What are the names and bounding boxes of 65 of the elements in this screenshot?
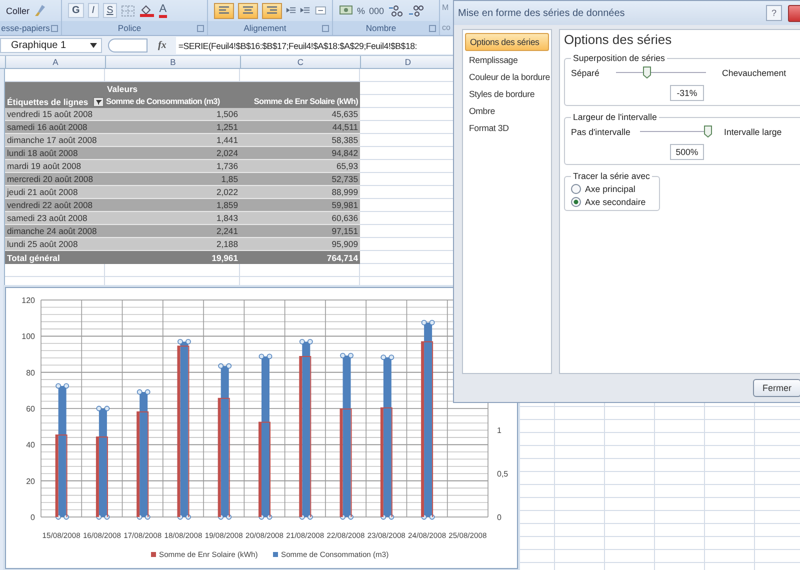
table-cell: 2,188 (216, 239, 238, 249)
total-label: Total général (7, 252, 60, 262)
row-label: vendredi 15 août 2008 (7, 109, 93, 119)
table-cell: 95,909 (332, 239, 358, 249)
slider-min-label: Séparé (571, 68, 600, 78)
group-label: Police (118, 23, 142, 33)
row-label: dimanche 24 août 2008 (7, 226, 97, 236)
table-cell: 60,636 (332, 213, 358, 223)
row-label: jeudi 21 août 2008 (7, 187, 78, 197)
row-label: dimanche 17 août 2008 (7, 135, 97, 145)
table-cell: 1,85 (221, 174, 238, 184)
slider-max-label: Intervalle large (723, 126, 783, 136)
axis-label: 100 (22, 332, 35, 342)
panel-heading: Options des séries (564, 32, 673, 47)
slider-max-label: Chevauchement (721, 68, 788, 78)
group-label: Largeur de l'intervalle (572, 112, 658, 122)
axis-label: 0 (30, 513, 35, 522)
table-cell: 58,385 (332, 135, 358, 145)
table-cell: 65,93 (336, 161, 358, 171)
slider-min-label: Pas d'intervalle (571, 126, 632, 136)
axis-label: 60 (26, 404, 35, 414)
axis-label: 0,5 (497, 470, 508, 479)
table-cell: 59,981 (332, 200, 358, 210)
group-label: Alignement (244, 23, 286, 33)
pivot-header: Valeurs (107, 84, 138, 94)
table-cell: 45,635 (332, 109, 358, 119)
axis-label: 20 (26, 476, 35, 486)
group-label: Superposition de séries (572, 53, 666, 63)
row-label: mercredi 20 août 2008 (7, 174, 93, 184)
table-cell: 2,024 (216, 148, 238, 158)
table-cell: 1,506 (216, 109, 238, 119)
axis-label: 40 (26, 440, 35, 450)
row-label: lundi 25 août 2008 (7, 239, 78, 249)
axis-label: 120 (22, 296, 35, 305)
row-label: samedi 23 août 2008 (7, 213, 88, 223)
table-cell: 1,441 (216, 135, 238, 145)
table-cell: 97,151 (332, 226, 358, 236)
row-label: vendredi 22 août 2008 (7, 200, 93, 210)
formula-text: =SERIE(Feuil4!$B$16:$B$17;Feuil4!$A$18:$A$29;Feuil4!$B$18: (178, 40, 417, 50)
table-cell: 88,999 (332, 187, 358, 197)
table-cell: 94,842 (332, 148, 358, 158)
pivot-header: Étiquettes de lignes (7, 96, 88, 106)
axis-label: 1 (497, 426, 502, 436)
name-box-value: Graphique 1 (11, 40, 66, 51)
axis-label: 0 (497, 513, 502, 522)
table-cell: 52,735 (332, 174, 358, 184)
table-cell: 1,859 (216, 200, 238, 210)
axis-label: 80 (26, 368, 35, 378)
group-label: esse-papiers (1, 23, 50, 33)
group-label: Tracer la série avec (572, 171, 651, 181)
total-cell: 19,961 (212, 252, 238, 262)
total-cell: 764,714 (326, 252, 358, 262)
pivot-header: Somme de Consommation (m3) (106, 97, 220, 106)
table-cell: 44,511 (332, 122, 358, 132)
table-cell: 2,022 (216, 187, 238, 197)
table-cell: 1,251 (216, 122, 238, 132)
row-label: mardi 19 août 2008 (7, 161, 82, 171)
window-title: Mise en forme des séries de données (458, 8, 626, 18)
row-label: samedi 16 août 2008 (7, 122, 88, 132)
table-cell: 1,843 (216, 213, 238, 223)
row-label: lundi 18 août 2008 (7, 148, 78, 158)
table-cell: 1,736 (216, 161, 238, 171)
pivot-header: Somme de Enr Solaire (kWh) (254, 97, 358, 106)
group-label: Nombre (366, 23, 396, 33)
table-cell: 2,241 (216, 226, 238, 236)
